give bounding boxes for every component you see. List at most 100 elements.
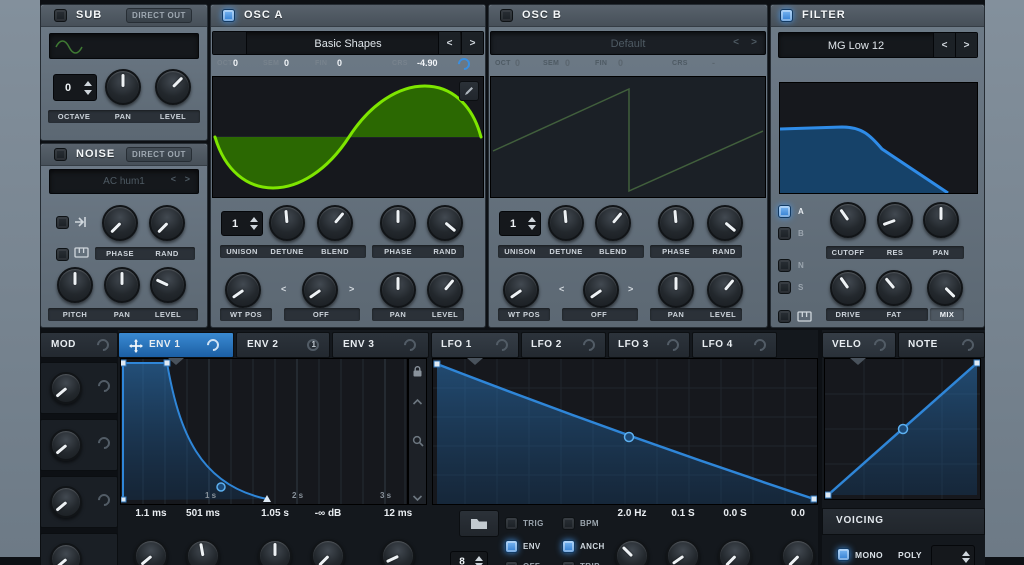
lfo1-smooth-knob[interactable] — [781, 539, 815, 565]
osc-a-sem-value[interactable]: 0 — [284, 58, 289, 68]
osc-a-warp-next-icon[interactable]: > — [349, 284, 354, 294]
voicing-poly-stepper[interactable] — [931, 545, 975, 565]
osc-a-detune-knob[interactable] — [269, 205, 305, 241]
noise-pitch-knob[interactable] — [57, 267, 93, 303]
osc-b-warp-knob[interactable] — [583, 272, 619, 308]
mod-slot-2-knob[interactable] — [50, 429, 82, 461]
osc-a-blend-knob[interactable] — [317, 205, 353, 241]
lfo1-off-checkbox[interactable] — [505, 561, 518, 565]
lfo1-delay-knob[interactable] — [718, 539, 752, 565]
osc-b-wavetable-selector[interactable]: Default < > — [490, 31, 766, 55]
noise-prev-icon[interactable]: < — [171, 174, 176, 184]
lfo1-browse-button[interactable] — [459, 510, 499, 537]
filter-next-icon[interactable]: > — [955, 33, 977, 57]
osc-a-enable-checkbox[interactable] — [222, 9, 235, 22]
filter-response-display[interactable] — [779, 82, 978, 194]
noise-level-knob[interactable] — [150, 267, 186, 303]
lfo4-ring-icon[interactable] — [751, 336, 769, 354]
filter-prev-icon[interactable]: < — [933, 33, 955, 57]
env1-attack-knob[interactable] — [134, 539, 168, 565]
note-ring-icon[interactable] — [959, 336, 977, 354]
env1-graph[interactable]: 1 s 2 s 3 s — [120, 358, 408, 505]
osc-a-crs-value[interactable]: -4.90 — [417, 58, 438, 68]
noise-oneshot-checkbox[interactable] — [56, 216, 69, 229]
env1-scroll-down-button[interactable] — [409, 489, 426, 509]
osc-b-pan-knob[interactable] — [658, 272, 694, 308]
tab-lfo3[interactable]: LFO 3 — [608, 332, 690, 358]
osc-a-unison-stepper[interactable]: 1 — [221, 211, 263, 236]
osc-a-wtpos-knob[interactable] — [225, 272, 261, 308]
velo-ring-icon[interactable] — [871, 336, 889, 354]
lfo2-ring-icon[interactable] — [580, 336, 598, 354]
filter-cutoff-knob[interactable] — [830, 202, 866, 238]
lfo1-ring-icon[interactable] — [493, 336, 511, 354]
lfo1-bpm-checkbox[interactable] — [562, 517, 575, 530]
tab-env1[interactable]: ENV 1 — [118, 332, 234, 358]
velo-curve-graph[interactable] — [824, 358, 981, 500]
lfo1-grid-stepper[interactable]: 8 — [450, 551, 488, 565]
osc-a-warp-prev-icon[interactable]: < — [281, 284, 286, 294]
lfo1-env-checkbox[interactable] — [505, 540, 518, 553]
mod-tab[interactable]: MOD — [40, 332, 118, 358]
lfo3-ring-icon[interactable] — [664, 336, 682, 354]
osc-a-phase-knob[interactable] — [380, 205, 416, 241]
filter-enable-checkbox[interactable] — [780, 9, 793, 22]
voicing-mono-checkbox[interactable] — [837, 548, 850, 561]
noise-direct-out-button[interactable]: DIRECT OUT — [126, 147, 192, 162]
osc-b-detune-knob[interactable] — [548, 205, 584, 241]
noise-phase-knob[interactable] — [102, 205, 138, 241]
osc-a-warp-knob[interactable] — [302, 272, 338, 308]
osc-b-sem-value[interactable]: 0 — [565, 58, 570, 68]
lfo1-rise-knob[interactable] — [666, 539, 700, 565]
filter-pan-knob[interactable] — [923, 202, 959, 238]
filter-route-b-checkbox[interactable] — [778, 227, 791, 240]
env1-decay-knob[interactable] — [258, 539, 292, 565]
osc-a-waveform-display[interactable] — [212, 76, 484, 198]
env1-zoom-button[interactable] — [409, 434, 426, 454]
osc-a-pan-knob[interactable] — [380, 272, 416, 308]
stepper-up-icon[interactable] — [84, 80, 92, 86]
osc-b-warp-prev-icon[interactable]: < — [559, 284, 564, 294]
lfo1-rate-knob[interactable] — [615, 539, 649, 565]
env1-ring-icon[interactable] — [204, 336, 222, 354]
lfo1-trig-checkbox[interactable] — [505, 517, 518, 530]
sub-wave-display[interactable] — [49, 33, 199, 59]
sub-direct-out-button[interactable]: DIRECT OUT — [126, 8, 192, 23]
tab-lfo1[interactable]: LFO 1 — [431, 332, 519, 358]
tab-lfo4[interactable]: LFO 4 — [692, 332, 777, 358]
osc-b-unison-stepper[interactable]: 1 — [499, 211, 541, 236]
osc-b-enable-checkbox[interactable] — [500, 9, 513, 22]
mod-slot-3-knob[interactable] — [50, 486, 82, 518]
mod-ring-icon[interactable] — [94, 336, 112, 354]
osc-b-warp-next-icon[interactable]: > — [628, 284, 633, 294]
filter-route-n-checkbox[interactable] — [778, 259, 791, 272]
osc-a-fin-value[interactable]: 0 — [337, 58, 342, 68]
stepper-down-icon[interactable] — [84, 89, 92, 95]
noise-next-icon[interactable]: > — [185, 174, 190, 184]
lfo1-trip-checkbox[interactable] — [562, 561, 575, 565]
filter-keytrack-checkbox[interactable] — [778, 310, 791, 323]
env3-ring-icon[interactable] — [401, 336, 419, 354]
lfo1-anch-checkbox[interactable] — [562, 540, 575, 553]
osc-b-wt-prev-icon[interactable]: < — [733, 37, 739, 48]
tab-env2[interactable]: ENV 2 1 — [236, 332, 330, 358]
osc-a-wt-prev-icon[interactable]: < — [438, 32, 460, 54]
tab-lfo2[interactable]: LFO 2 — [521, 332, 606, 358]
osc-b-wtpos-knob[interactable] — [503, 272, 539, 308]
sub-enable-checkbox[interactable] — [54, 9, 67, 22]
sub-pan-knob[interactable] — [105, 69, 141, 105]
osc-a-rand-knob[interactable] — [427, 205, 463, 241]
osc-b-wt-next-icon[interactable]: > — [751, 37, 757, 48]
noise-rand-knob[interactable] — [149, 205, 185, 241]
osc-a-wavetable-selector[interactable]: Basic Shapes < > — [212, 31, 484, 55]
noise-keytrack-checkbox[interactable] — [56, 248, 69, 261]
env1-sustain-knob[interactable] — [311, 539, 345, 565]
tab-note[interactable]: NOTE — [898, 332, 985, 358]
noise-pan-knob[interactable] — [104, 267, 140, 303]
sub-level-knob[interactable] — [155, 69, 191, 105]
filter-mix-knob[interactable] — [927, 270, 963, 306]
env1-release-knob[interactable] — [381, 539, 415, 565]
noise-sample-selector[interactable]: AC hum1 < > — [49, 169, 199, 194]
env1-lock-button[interactable] — [409, 364, 426, 384]
osc-a-oct-value[interactable]: 0 — [233, 58, 238, 68]
